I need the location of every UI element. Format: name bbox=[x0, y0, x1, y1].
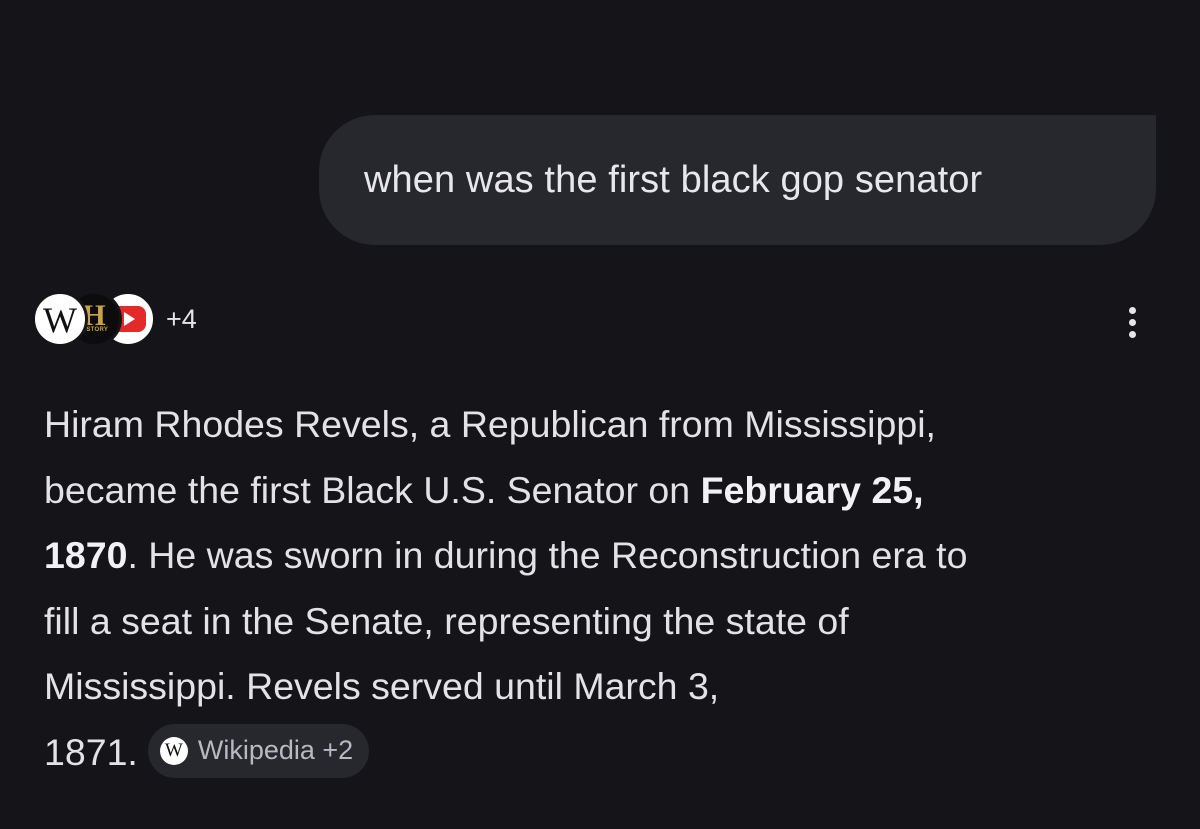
user-message-bubble: when was the first black gop senator bbox=[319, 115, 1156, 245]
answer-line: 1871. W Wikipedia +2 bbox=[44, 720, 1154, 786]
bold-date-part: February 25, bbox=[700, 468, 924, 511]
answer-line: fill a seat in the Senate, representing … bbox=[44, 599, 849, 642]
answer-line: Hiram Rhodes Revels, a Republican from M… bbox=[44, 403, 936, 445]
more-sources-count[interactable]: +4 bbox=[166, 304, 197, 335]
answer-line: Mississippi. Revels served until March 3… bbox=[44, 665, 720, 707]
citation-chip-label: Wikipedia +2 bbox=[197, 735, 354, 766]
play-icon bbox=[124, 312, 135, 326]
answer-line: 1870. He was sworn in during the Reconst… bbox=[44, 534, 968, 576]
answer-line: became the first Black U.S. Senator on F… bbox=[44, 468, 924, 511]
answer-text: Hiram Rhodes Revels, a Republican from M… bbox=[44, 392, 1154, 785]
more-options-icon[interactable] bbox=[1114, 300, 1150, 344]
wikipedia-icon: W bbox=[159, 736, 188, 765]
wikipedia-icon[interactable]: W bbox=[32, 291, 88, 347]
bold-date-year: 1870 bbox=[44, 534, 128, 576]
sources-row[interactable]: W H HISTORY +4 bbox=[32, 289, 197, 349]
citation-chip[interactable]: W Wikipedia +2 bbox=[147, 723, 370, 778]
user-message-text: when was the first black gop senator bbox=[364, 158, 983, 201]
